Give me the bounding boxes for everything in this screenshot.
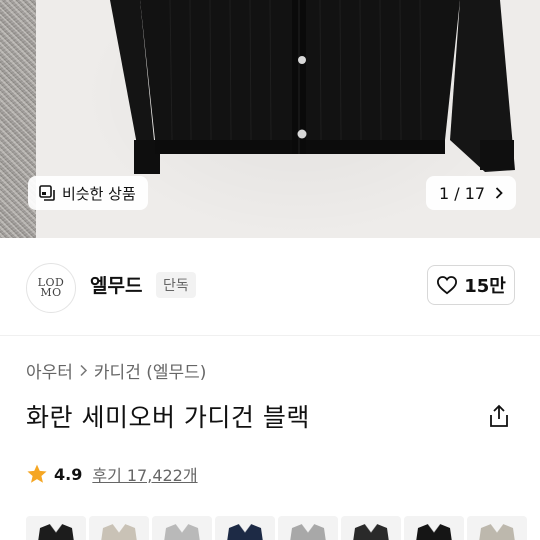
color-thumbnail-beige[interactable] [89,516,149,540]
heart-icon [437,276,458,295]
rating-row: 4.9 후기 17,422개 [26,462,198,486]
cardigan-swatch-image [215,516,275,540]
color-thumbnail-list [26,516,527,540]
cardigan-swatch-image [341,516,401,540]
cardigan-swatch-image [152,516,212,540]
cardigan-swatch-image [404,516,464,540]
color-thumbnail-oatmeal[interactable] [467,516,527,540]
image-counter-text: 1 / 17 [438,183,486,203]
brand-name-link[interactable]: 엘무드 [90,271,142,298]
similar-products-icon [39,185,55,201]
cardigan-swatch-image [467,516,527,540]
color-thumbnail-charcoal[interactable] [341,516,401,540]
rating-score: 4.9 [54,464,83,484]
black-cardigan-image [110,0,515,174]
cardigan-swatch-image [89,516,149,540]
similar-products-label: 비슷한 상품 [62,184,136,203]
brand-row: LOD MO 엘무드 단독 15만 [0,238,540,336]
like-count: 15만 [464,276,506,297]
breadcrumb-item-cardigan[interactable]: 카디건 (엘무드) [94,358,207,383]
color-thumbnail-light-gray[interactable] [152,516,212,540]
chevron-right-icon [495,187,503,199]
cardigan-swatch-image [278,516,338,540]
like-button[interactable]: 15만 [427,265,515,305]
share-icon[interactable] [486,403,512,429]
brand-logo[interactable]: LOD MO [26,263,76,313]
star-icon [27,464,47,483]
product-image-gallery[interactable]: 비슷한 상품 1 / 17 [0,0,540,238]
color-thumbnail-black[interactable] [404,516,464,540]
color-thumbnail-gray[interactable] [278,516,338,540]
review-count-link[interactable]: 후기 17,422개 [92,462,197,486]
color-thumbnail-black[interactable] [26,516,86,540]
color-thumbnail-navy[interactable] [215,516,275,540]
similar-products-button[interactable]: 비슷한 상품 [28,176,148,210]
breadcrumb-item-outer[interactable]: 아우터 [26,358,73,383]
breadcrumb: 아우터 카디건 (엘무드) [26,358,206,383]
product-title: 화란 세미오버 가디건 블랙 [26,403,310,432]
image-counter-button[interactable]: 1 / 17 [426,176,516,210]
cardigan-swatch-image [26,516,86,540]
exclusive-badge: 단독 [156,272,196,298]
chevron-right-icon [80,364,87,377]
